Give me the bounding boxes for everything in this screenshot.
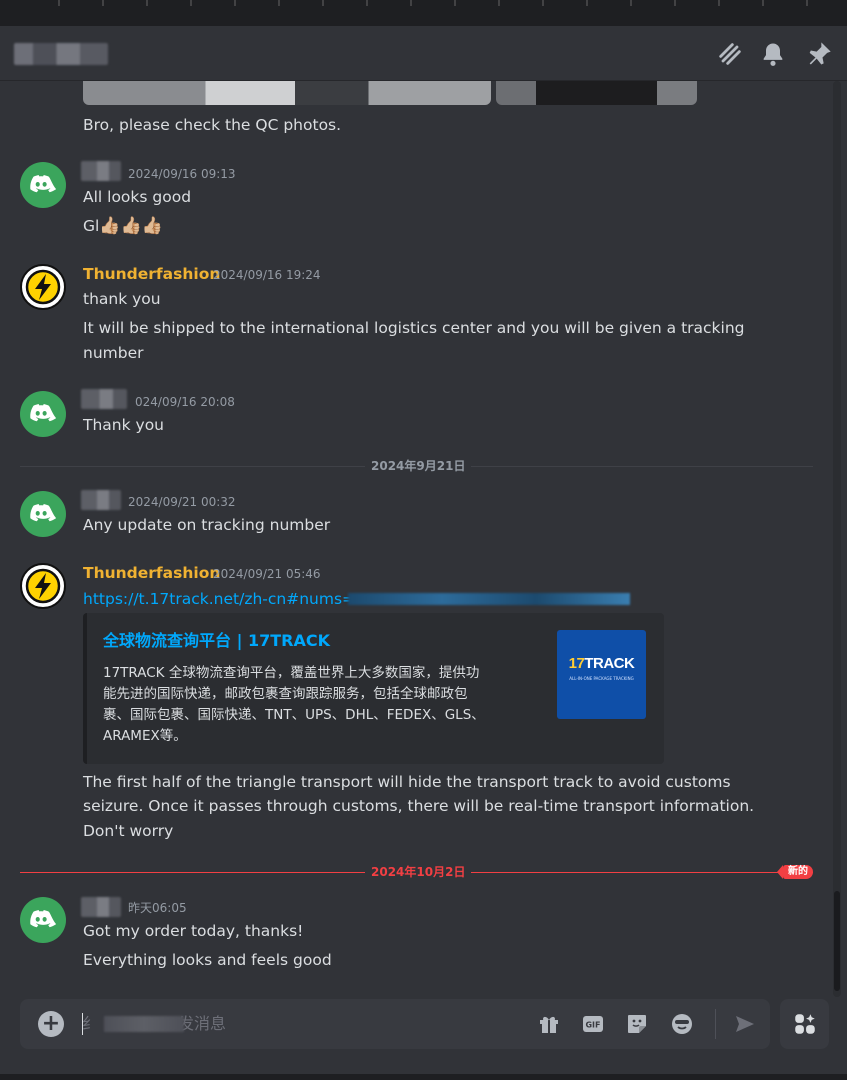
avatar-thunderfashion[interactable] (20, 563, 66, 609)
message-text: number (83, 344, 144, 362)
avatar[interactable] (20, 162, 66, 208)
new-badge: 新的 (777, 865, 813, 879)
discord-logo-icon (30, 175, 56, 193)
username-redacted[interactable] (81, 389, 127, 409)
username-redacted[interactable] (81, 161, 121, 181)
embed-thumbnail[interactable]: 17TRACK ALL-IN-ONE PACKAGE TRACKING (557, 630, 646, 719)
date-divider-label: 2024年10月2日 (365, 864, 472, 880)
17track-tagline: ALL-IN-ONE PACKAGE TRACKING (569, 676, 634, 681)
embed-description-line: 裹、国际包裹、国际快递、TNT、UPS、DHL、FEDEX、GLS、 (103, 707, 485, 723)
svg-text:GIF: GIF (585, 1021, 600, 1030)
author-name[interactable]: Thunderfashion (83, 562, 220, 584)
tracking-number-redacted (348, 593, 630, 605)
message-text: Got my order today, thanks! (83, 922, 304, 940)
message-text: All looks good (83, 188, 192, 206)
qc-photo-attachment[interactable] (83, 81, 491, 105)
message-scrollbar[interactable] (833, 81, 841, 997)
avatar[interactable] (20, 491, 66, 537)
date-divider-label: 2024年9月21日 (365, 458, 472, 474)
tracking-link[interactable]: https://t.17track.net/zh-cn#nums= (83, 587, 355, 611)
timestamp: 2024/09/21 00:32 (128, 495, 236, 509)
avatar[interactable] (20, 897, 66, 943)
discord-logo-icon (30, 910, 56, 928)
username-redacted[interactable] (81, 897, 121, 917)
message-text: Any update on tracking number (83, 516, 331, 534)
discord-logo-icon (30, 504, 56, 522)
embed-description-line: 能先进的国际快递，邮政包裹查询跟踪服务，包括全球邮政包 (103, 686, 468, 702)
avatar-thunderfashion[interactable] (20, 264, 66, 310)
message-list: Bro, please check the QC photos. 2024/09… (0, 81, 833, 997)
embed-description-line: ARAMEX等。 (103, 728, 187, 744)
timestamp: 2024/09/16 09:13 (128, 167, 236, 181)
composer-separator (715, 1009, 716, 1039)
channel-header (0, 26, 847, 81)
timestamp: 2024/09/21 05:46 (213, 567, 321, 581)
threads-icon[interactable] (716, 40, 744, 68)
avatar[interactable] (20, 391, 66, 437)
embed-description: 17TRACK 全球物流查询平台，覆盖世界上大多数国家，提供功 能先进的国际快递… (103, 663, 535, 747)
link-embed: 全球物流查询平台 | 17TRACK 17TRACK 全球物流查询平台，覆盖世界… (83, 613, 664, 764)
message-text: The first half of the triangle transport… (83, 773, 731, 791)
discord-logo-icon (30, 404, 56, 422)
timestamp: 024/09/16 20:08 (135, 395, 235, 409)
17track-logo: 17TRACK (568, 655, 635, 672)
attach-plus-icon[interactable]: + (38, 1011, 64, 1037)
message-text-gl: Gl (83, 217, 100, 235)
qc-photo-attachment[interactable] (496, 81, 697, 105)
timestamp: 2024/09/16 19:24 (213, 268, 321, 282)
placeholder-redacted (104, 1016, 184, 1032)
message-composer[interactable]: + 纟 发消息 GIF (20, 999, 770, 1049)
window-bottom-edge (0, 1074, 847, 1080)
bell-icon[interactable] (759, 40, 787, 68)
lightning-bolt-icon (25, 568, 61, 604)
pin-icon[interactable] (805, 40, 833, 68)
message-text: seizure. Once it passes through customs,… (83, 797, 755, 815)
message-text: It will be shipped to the international … (83, 319, 745, 337)
browser-top-strip (0, 0, 847, 26)
message-text: thank you (83, 290, 161, 308)
emoji-icon[interactable] (669, 1011, 695, 1037)
placeholder-end: 发消息 (178, 1014, 227, 1033)
placeholder-start: 纟 (82, 1014, 99, 1033)
message-text: Everything looks and feels good (83, 951, 332, 969)
sticker-icon[interactable] (624, 1011, 650, 1037)
send-icon[interactable] (732, 1011, 758, 1037)
apps-icon[interactable] (780, 999, 829, 1049)
embed-title[interactable]: 全球物流查询平台 | 17TRACK (103, 629, 330, 653)
author-name[interactable]: Thunderfashion (83, 263, 220, 285)
scrollbar-thumb[interactable] (834, 891, 840, 991)
message-text: Don't worry (83, 822, 174, 840)
username-redacted[interactable] (81, 490, 121, 510)
message-text: Thank you (83, 416, 164, 434)
gift-icon[interactable] (536, 1011, 562, 1037)
message-text: Gl👍🏼👍🏼👍🏼 (83, 214, 163, 238)
channel-name-redacted (14, 43, 108, 65)
embed-description-line: 17TRACK 全球物流查询平台，覆盖世界上大多数国家，提供功 (103, 665, 480, 681)
message-text: Bro, please check the QC photos. (83, 116, 342, 134)
thumbs-up-emoji: 👍🏼👍🏼👍🏼 (99, 216, 163, 236)
lightning-bolt-icon (25, 269, 61, 305)
timestamp: 昨天06:05 (128, 901, 187, 915)
gif-icon[interactable]: GIF (580, 1011, 606, 1037)
